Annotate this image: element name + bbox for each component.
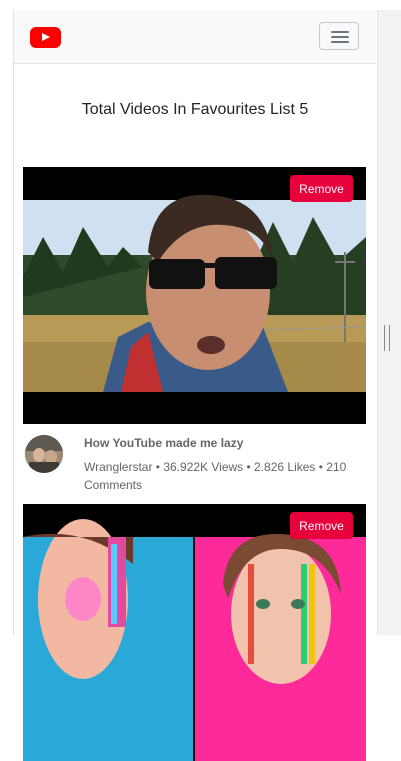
navbar-toggle-button[interactable] [319, 22, 359, 50]
video-title[interactable]: How YouTube made me lazy [84, 436, 243, 450]
video-stats: Wranglerstar • 36.922K Views • 2.826 Lik… [84, 460, 347, 492]
video-thumbnail[interactable]: Remove [23, 167, 366, 424]
video-thumbnail[interactable]: Remove [23, 504, 366, 761]
video-card: Remove [23, 504, 366, 761]
remove-button[interactable]: Remove [290, 512, 353, 539]
hamburger-line [331, 36, 349, 38]
navbar [14, 10, 376, 64]
hamburger-line [331, 41, 349, 43]
thumbnail-image [23, 167, 366, 424]
remove-button[interactable]: Remove [290, 175, 353, 202]
thumbnail-image [23, 504, 366, 761]
gutter-top [376, 0, 401, 10]
channel-avatar[interactable] [25, 435, 63, 473]
video-card: Remove How YouTube made me lazy Wrangler… [23, 167, 366, 497]
youtube-logo-icon[interactable] [30, 27, 61, 48]
favourites-count-heading: Total Videos In Favourites List 5 [81, 101, 309, 118]
avatar-image [25, 435, 63, 473]
video-meta: How YouTube made me lazy Wranglerstar • … [23, 432, 366, 492]
hamburger-line [331, 31, 349, 33]
scroll-gutter [376, 0, 401, 635]
resize-handle[interactable] [384, 325, 390, 351]
